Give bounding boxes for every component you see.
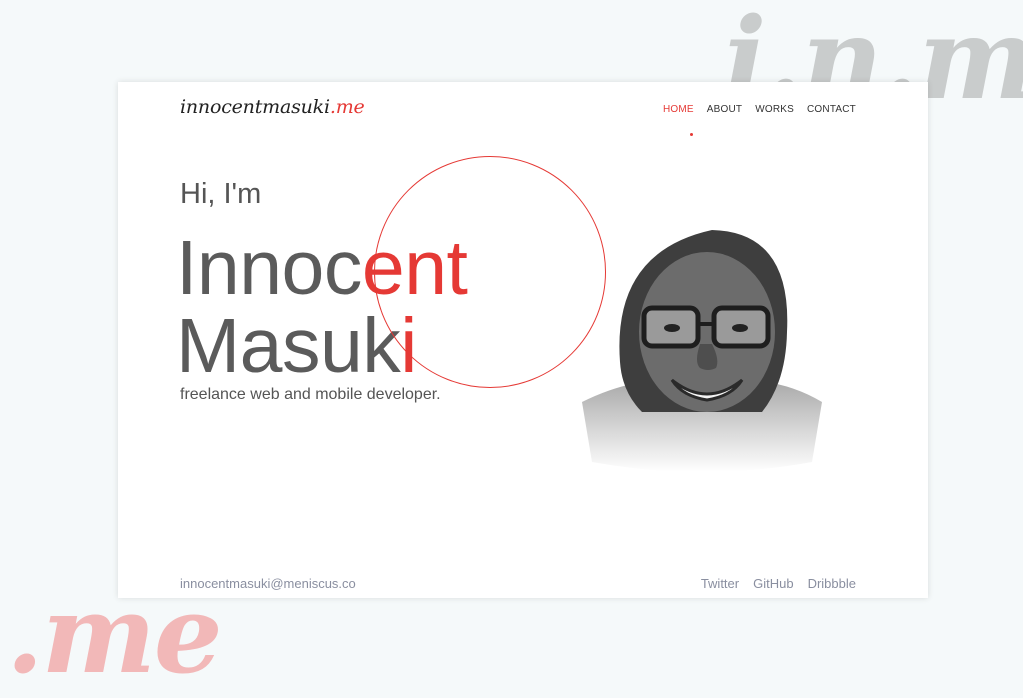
- nav-about[interactable]: ABOUT: [707, 104, 742, 115]
- contact-email-link[interactable]: innocentmasuki@meniscus.co: [180, 576, 356, 591]
- github-link[interactable]: GitHub: [753, 576, 793, 591]
- nav-works[interactable]: WORKS: [755, 104, 794, 115]
- hero-greeting: Hi, I'm: [180, 178, 262, 210]
- active-nav-indicator: [690, 133, 693, 136]
- main-nav: HOME ABOUT WORKS CONTACT: [663, 104, 856, 115]
- hero-last-name: Masuki: [176, 308, 417, 385]
- hero-tagline: freelance web and mobile developer.: [180, 386, 441, 403]
- dribbble-link[interactable]: Dribbble: [808, 576, 856, 591]
- logo-name: innocentmasuki: [180, 96, 330, 118]
- nav-contact[interactable]: CONTACT: [807, 104, 856, 115]
- last-name-plain: Masuk: [176, 303, 401, 389]
- portrait-photo: [582, 230, 822, 472]
- website-preview-card: innocentmasuki.me HOME ABOUT WORKS CONTA…: [118, 82, 928, 598]
- nav-home[interactable]: HOME: [663, 104, 694, 115]
- first-name-plain: Innoc: [176, 225, 362, 311]
- twitter-link[interactable]: Twitter: [701, 576, 739, 591]
- logo-tld: .me: [329, 96, 365, 118]
- social-links: Twitter GitHub Dribbble: [701, 576, 856, 591]
- site-logo[interactable]: innocentmasuki.me: [180, 96, 365, 118]
